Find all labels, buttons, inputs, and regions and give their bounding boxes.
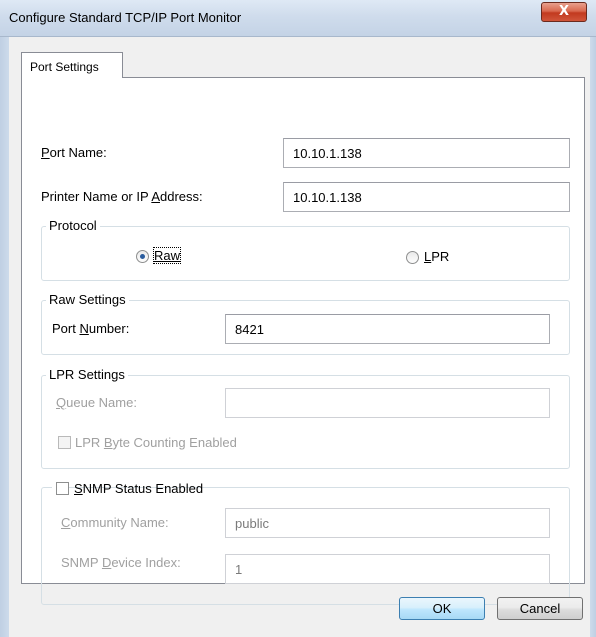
ok-button-label: OK (432, 601, 452, 616)
dialog-window: Configure Standard TCP/IP Port Monitor X… (0, 0, 596, 637)
raw-settings-title: Raw Settings (46, 292, 129, 307)
port-number-value: 8421 (235, 322, 264, 337)
close-icon: X (558, 4, 570, 19)
tab-port-settings[interactable]: Port Settings (21, 52, 123, 78)
lpr-radio-label[interactable]: LPR (424, 249, 449, 264)
port-number-input[interactable]: 8421 (225, 314, 550, 344)
lpr-byte-counting-label[interactable]: LPR Byte Counting Enabled (75, 435, 237, 450)
community-name-value: public (235, 516, 269, 531)
queue-name-label: Queue Name: (56, 395, 137, 410)
printer-address-label: Printer Name or IP Address: (41, 189, 203, 204)
radio-selected-dot (140, 254, 145, 259)
snmp-device-index-input[interactable]: 1 (225, 554, 550, 584)
snmp-device-index-label: SNMP Device Index: (61, 555, 181, 570)
printer-address-value: 10.10.1.138 (293, 190, 362, 205)
cancel-button[interactable]: Cancel (497, 597, 583, 620)
window-frame-right (590, 37, 596, 637)
lpr-radio[interactable] (406, 251, 419, 264)
tab-panel: Port Name: 10.10.1.138 Printer Name or I… (21, 77, 585, 605)
snmp-status-label[interactable]: SNMP Status Enabled (74, 481, 203, 496)
port-name-value: 10.10.1.138 (293, 146, 362, 161)
port-name-input[interactable]: 10.10.1.138 (283, 138, 570, 168)
protocol-group-title: Protocol (46, 218, 100, 233)
community-name-label: Community Name: (61, 515, 169, 530)
window-title: Configure Standard TCP/IP Port Monitor (9, 10, 242, 25)
dialog-content: Port Settings Port Name: 10.10.1.138 Pri… (9, 37, 590, 637)
tab-label: Port Settings (30, 60, 99, 74)
ok-button[interactable]: OK (399, 597, 485, 620)
snmp-device-index-value: 1 (235, 562, 243, 577)
title-bar[interactable]: Configure Standard TCP/IP Port Monitor X (0, 0, 596, 37)
cancel-button-label: Cancel (519, 601, 561, 616)
community-name-input[interactable]: public (225, 508, 550, 538)
raw-radio-label[interactable]: Raw (152, 247, 182, 264)
close-button[interactable]: X (541, 2, 587, 22)
lpr-settings-title: LPR Settings (46, 367, 128, 382)
lpr-byte-counting-checkbox[interactable] (58, 436, 71, 449)
protocol-group (41, 226, 570, 281)
queue-name-input[interactable] (225, 388, 550, 418)
window-frame-left (0, 37, 9, 637)
raw-radio[interactable] (136, 250, 149, 263)
port-number-label: Port Number: (52, 321, 130, 336)
printer-address-input[interactable]: 10.10.1.138 (283, 182, 570, 212)
snmp-status-checkbox[interactable] (56, 482, 69, 495)
port-name-label: Port Name: (41, 145, 107, 160)
snmp-group (41, 487, 570, 605)
snmp-group-header: SNMP Status Enabled (52, 480, 203, 498)
